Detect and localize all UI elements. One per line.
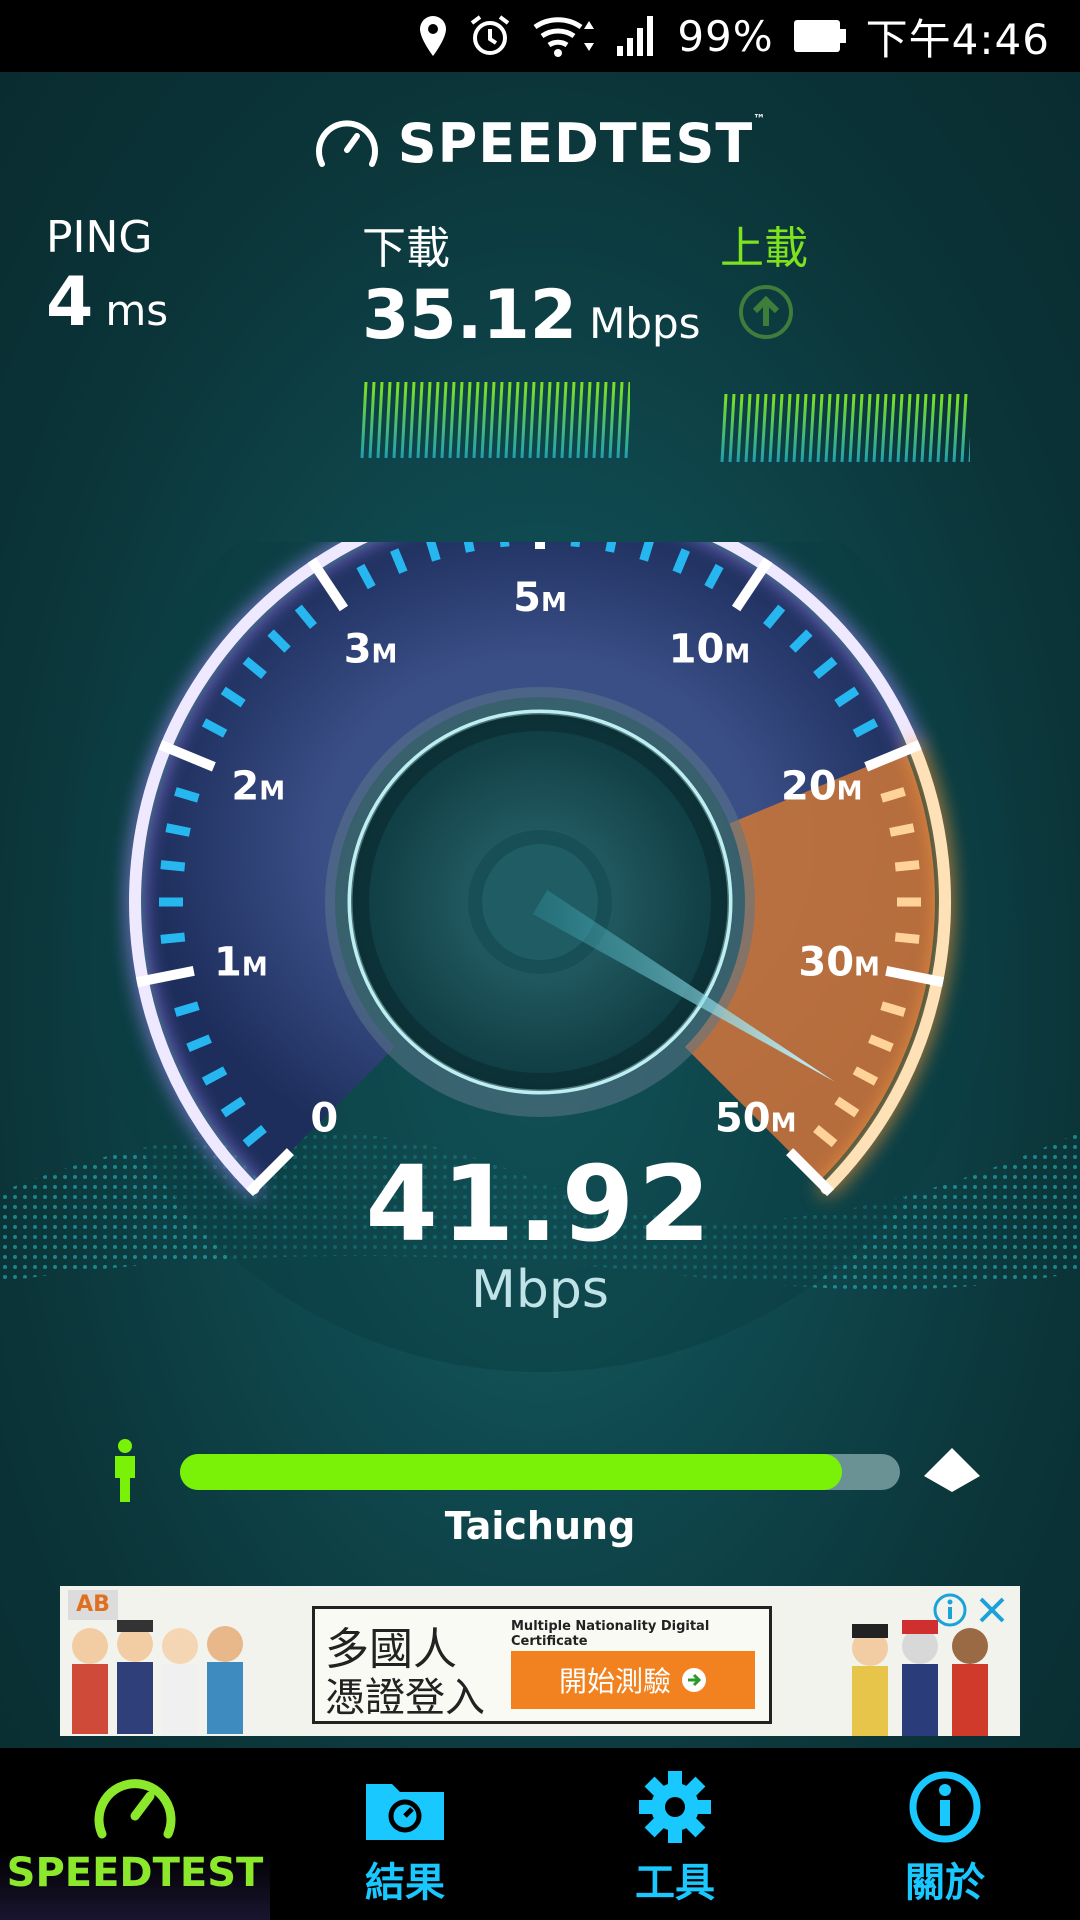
gauge-minor-tick bbox=[160, 932, 186, 944]
nav-item-speedtest[interactable]: SPEEDTEST bbox=[0, 1748, 270, 1920]
battery-icon bbox=[792, 16, 848, 56]
nav-item-tools[interactable]: 工具 bbox=[540, 1748, 810, 1920]
current-speed-value: 41.92 bbox=[365, 1143, 715, 1265]
test-progress bbox=[100, 1432, 1000, 1512]
logo-text: SPEEDTEST™ bbox=[397, 112, 767, 175]
info-icon bbox=[909, 1771, 981, 1843]
ad-characters-left bbox=[72, 1620, 243, 1734]
speedtest-screen: SPEEDTEST™ PING 4 ms 下載 35.12 Mbps 上載 0 … bbox=[0, 72, 1080, 1748]
folder-icon bbox=[366, 1784, 444, 1840]
upload-activity-graph bbox=[720, 394, 970, 462]
ping-metric: PING 4 ms bbox=[46, 212, 168, 342]
ad-cta-button[interactable]: 開始測驗 bbox=[511, 1651, 755, 1709]
speedometer-logo-icon bbox=[315, 119, 378, 167]
progress-fill bbox=[180, 1454, 843, 1490]
ping-unit: ms bbox=[105, 286, 169, 335]
clock: 下午4:46 bbox=[865, 14, 1050, 64]
ad-title-line2: 憑證登入 bbox=[325, 1675, 485, 1721]
nav-item-results[interactable]: 結果 bbox=[270, 1748, 540, 1920]
bottom-navigation: SPEEDTEST 結果 工具 關於 bbox=[0, 1748, 1080, 1920]
gauge-minor-tick bbox=[165, 823, 191, 837]
location-icon bbox=[417, 14, 449, 58]
nav-label-speedtest: SPEEDTEST bbox=[6, 1850, 264, 1896]
current-speed-unit: Mbps bbox=[471, 1260, 609, 1320]
person-icon bbox=[115, 1439, 135, 1502]
ad-content-box: 多國人 憑證登入 Multiple Nationality Digital Ce… bbox=[312, 1606, 772, 1724]
server-marker-icon bbox=[924, 1448, 980, 1492]
current-speed-readout: 41.92 Mbps bbox=[0, 1152, 1080, 1320]
signal-icon bbox=[615, 14, 659, 58]
nav-label-about: 關於 bbox=[905, 1860, 985, 1906]
download-label: 下載 bbox=[362, 223, 450, 274]
ad-info-icon[interactable] bbox=[932, 1592, 968, 1628]
wifi-icon bbox=[531, 13, 597, 59]
upload-metric: 上載 bbox=[720, 212, 808, 346]
ping-value: 4 bbox=[46, 263, 94, 342]
speedometer-icon bbox=[94, 1779, 176, 1839]
ad-banner[interactable]: AB 多國人 憑證登入 Multiple Nationality Digital… bbox=[60, 1586, 1020, 1736]
arrow-right-icon bbox=[682, 1668, 706, 1692]
gauge-minor-tick bbox=[500, 542, 510, 548]
gauge-minor-tick bbox=[570, 542, 580, 548]
server-location: Taichung bbox=[444, 1504, 636, 1548]
download-activity-graph bbox=[360, 382, 630, 458]
ping-label: PING bbox=[46, 212, 153, 263]
ad-close-icon[interactable] bbox=[976, 1594, 1008, 1626]
battery-percent: 99% bbox=[677, 11, 774, 61]
gauge-minor-tick bbox=[605, 542, 617, 553]
nav-label-tools: 工具 bbox=[635, 1860, 715, 1906]
nav-label-results: 結果 bbox=[365, 1860, 445, 1906]
gauge-minor-tick bbox=[894, 860, 920, 872]
download-metric: 下載 35.12 Mbps bbox=[362, 212, 701, 355]
gear-icon bbox=[639, 1771, 711, 1843]
download-value: 35.12 bbox=[362, 276, 578, 355]
download-unit: Mbps bbox=[589, 299, 701, 348]
gauge-minor-tick bbox=[463, 542, 475, 553]
ad-cta-label: 開始測驗 bbox=[558, 1665, 671, 1698]
speedtest-logo: SPEEDTEST™ bbox=[0, 112, 1080, 175]
gauge-scale-label: 0 bbox=[310, 1096, 338, 1142]
alarm-icon bbox=[467, 13, 513, 59]
status-bar: 99% 下午4:46 bbox=[0, 0, 1080, 72]
gauge-minor-tick bbox=[889, 823, 915, 837]
gauge-minor-tick bbox=[160, 860, 186, 872]
ad-characters-right bbox=[852, 1620, 988, 1736]
gauge-minor-tick bbox=[894, 932, 920, 944]
upload-label: 上載 bbox=[720, 223, 808, 274]
progress-track bbox=[180, 1454, 900, 1490]
nav-item-about[interactable]: 關於 bbox=[810, 1748, 1080, 1920]
upload-arrow-icon bbox=[739, 285, 793, 339]
ad-subtitle: Multiple Nationality Digital Certificate bbox=[511, 1619, 710, 1649]
